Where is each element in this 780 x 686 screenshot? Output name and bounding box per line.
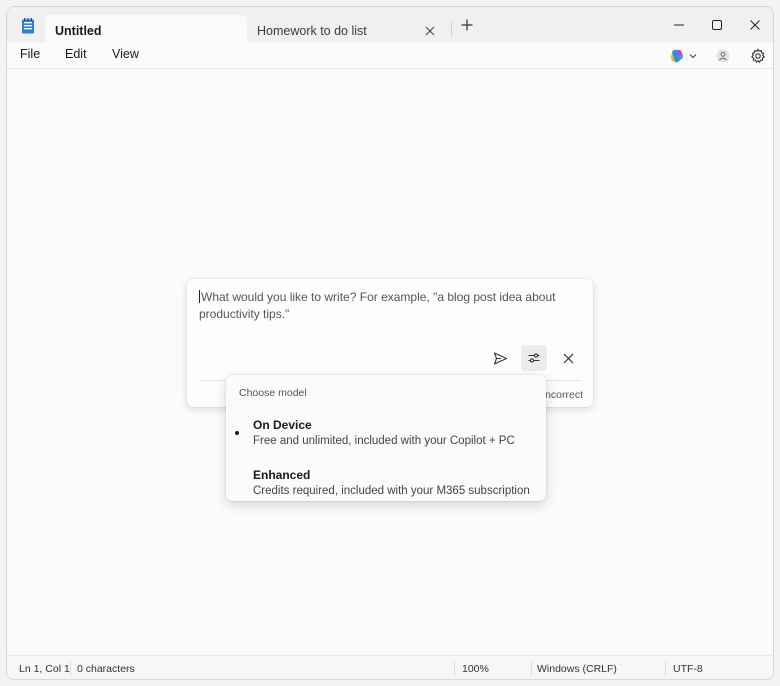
line-ending[interactable]: Windows (CRLF): [537, 663, 617, 675]
status-separator: [531, 662, 532, 676]
maximize-button[interactable]: [697, 12, 737, 38]
model-option-description: Free and unlimited, included with your C…: [253, 435, 515, 447]
status-bar: Ln 1, Col 1 0 characters 100% Windows (C…: [7, 655, 773, 679]
new-tab-plus-icon[interactable]: [459, 17, 475, 33]
selected-bullet-icon: [235, 431, 239, 435]
zoom-level[interactable]: 100%: [462, 663, 489, 675]
text-encoding[interactable]: UTF-8: [673, 663, 703, 675]
send-icon: [493, 351, 507, 365]
account-button[interactable]: [716, 47, 730, 65]
status-separator: [70, 662, 71, 676]
menu-edit[interactable]: Edit: [65, 47, 87, 61]
character-count: 0 characters: [77, 663, 135, 675]
close-window-button[interactable]: [735, 12, 773, 38]
choose-model-header: Choose model: [239, 387, 307, 399]
minimize-icon: [674, 24, 684, 26]
gear-icon: [750, 48, 766, 63]
minimize-button[interactable]: [659, 12, 699, 38]
title-bar: Untitled Homework to do list: [7, 7, 773, 47]
send-button[interactable]: [487, 345, 513, 371]
status-separator: [454, 662, 455, 676]
choose-model-menu: Choose model On Device Free and unlimite…: [226, 375, 546, 501]
write-prompt-input[interactable]: What would you like to write? For exampl…: [199, 289, 579, 323]
notepad-window: Untitled Homework to do list File Edit V…: [6, 6, 774, 680]
model-options-button[interactable]: [521, 345, 547, 371]
settings-button[interactable]: [750, 47, 766, 65]
dismiss-write-button[interactable]: [555, 345, 581, 371]
maximize-icon: [712, 20, 722, 30]
model-option-description: Credits required, included with your M36…: [253, 485, 530, 497]
menu-bar: File Edit View: [7, 43, 773, 69]
chevron-down-icon: [689, 54, 697, 59]
sliders-icon: [528, 353, 540, 363]
write-footer-link[interactable]: ncorrect: [545, 389, 583, 401]
menu-view[interactable]: View: [112, 47, 139, 61]
close-icon: [563, 353, 573, 363]
model-option-enhanced[interactable]: Enhanced Credits required, included with…: [226, 462, 546, 508]
close-icon: [750, 20, 760, 30]
notepad-app-icon: [22, 18, 34, 34]
status-separator: [665, 662, 666, 676]
tab-label: Untitled: [55, 24, 102, 38]
copilot-icon: [671, 49, 683, 63]
menu-file[interactable]: File: [20, 47, 40, 61]
model-option-title: On Device: [253, 418, 312, 432]
write-prompt-placeholder: What would you like to write? For exampl…: [199, 290, 556, 321]
model-option-title: Enhanced: [253, 468, 311, 482]
close-tab-icon[interactable]: [423, 24, 437, 38]
text-caret: [199, 290, 200, 303]
model-option-on-device[interactable]: On Device Free and unlimited, included w…: [226, 412, 546, 458]
account-avatar-icon: [716, 49, 730, 63]
cursor-position: Ln 1, Col 1: [19, 663, 70, 675]
tab-separator: [451, 21, 452, 37]
copilot-menu-button[interactable]: [669, 47, 698, 65]
tab-label: Homework to do list: [257, 24, 367, 38]
